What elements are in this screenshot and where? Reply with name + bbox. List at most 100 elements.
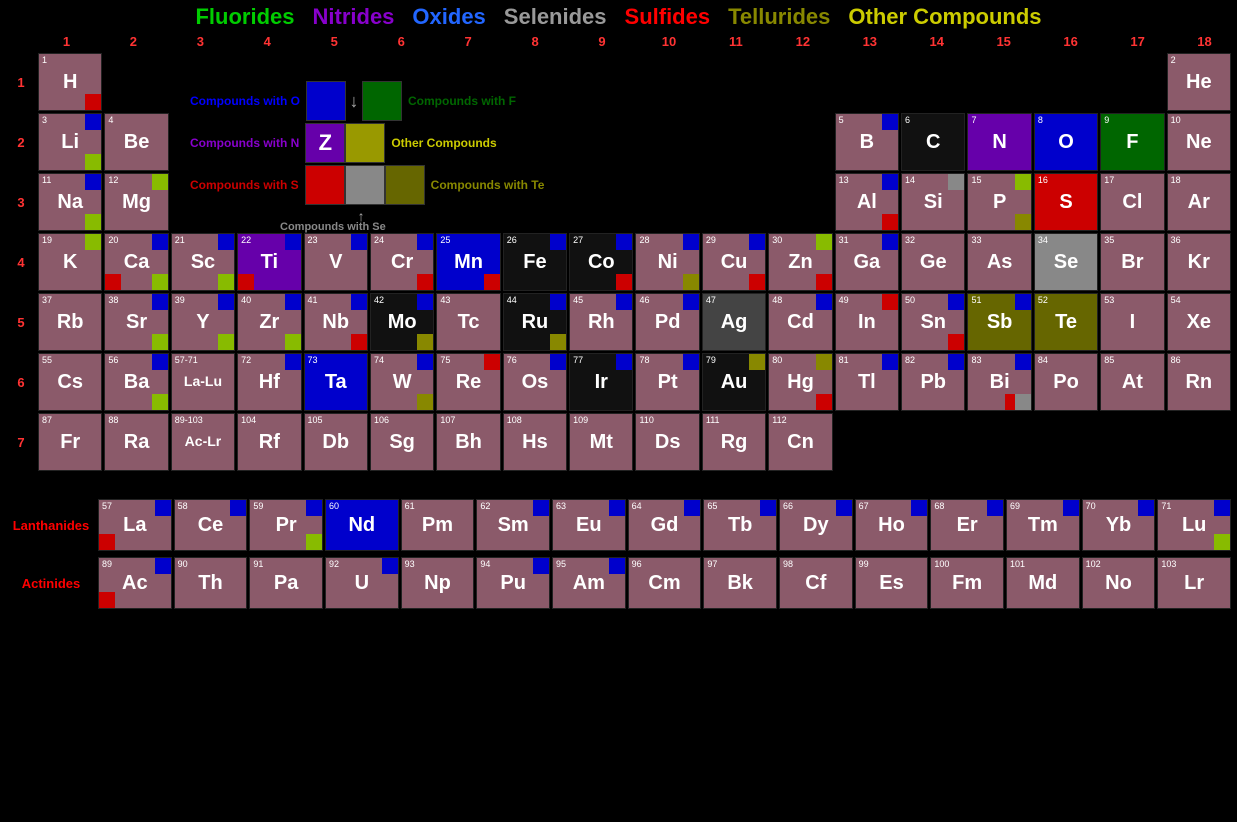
element-Pd[interactable]: 46 Pd bbox=[635, 293, 699, 351]
element-Ds[interactable]: 110 Ds bbox=[635, 413, 699, 471]
element-Cf[interactable]: 98 Cf bbox=[779, 557, 853, 609]
element-Rg[interactable]: 111 Rg bbox=[702, 413, 766, 471]
element-La-Lu[interactable]: 57-71 La-Lu bbox=[171, 353, 235, 411]
element-Ti[interactable]: 22 Ti bbox=[237, 233, 301, 291]
element-Db[interactable]: 105 Db bbox=[304, 413, 368, 471]
element-Pt[interactable]: 78 Pt bbox=[635, 353, 699, 411]
element-Cl[interactable]: 17 Cl bbox=[1100, 173, 1164, 231]
element-Cu[interactable]: 29 Cu bbox=[702, 233, 766, 291]
element-La[interactable]: 57 La bbox=[98, 499, 172, 551]
element-K[interactable]: 19 K bbox=[38, 233, 102, 291]
element-Bi[interactable]: 83 Bi bbox=[967, 353, 1031, 411]
element-I[interactable]: 53 I bbox=[1100, 293, 1164, 351]
element-Fr[interactable]: 87 Fr bbox=[38, 413, 102, 471]
element-Ga[interactable]: 31 Ga bbox=[835, 233, 899, 291]
element-Yb[interactable]: 70 Yb bbox=[1082, 499, 1156, 551]
element-Mn[interactable]: 25 Mn bbox=[436, 233, 500, 291]
element-F[interactable]: 9 F bbox=[1100, 113, 1164, 171]
element-Ca[interactable]: 20 Ca bbox=[104, 233, 168, 291]
element-Tl[interactable]: 81 Tl bbox=[835, 353, 899, 411]
element-Fe[interactable]: 26 Fe bbox=[503, 233, 567, 291]
element-Sb[interactable]: 51 Sb bbox=[967, 293, 1031, 351]
element-Pm[interactable]: 61 Pm bbox=[401, 499, 475, 551]
element-Ir[interactable]: 77 Ir bbox=[569, 353, 633, 411]
element-Au[interactable]: 79 Au bbox=[702, 353, 766, 411]
element-N[interactable]: 7 N bbox=[967, 113, 1031, 171]
element-Pb[interactable]: 82 Pb bbox=[901, 353, 965, 411]
element-Po[interactable]: 84 Po bbox=[1034, 353, 1098, 411]
element-Ar[interactable]: 18 Ar bbox=[1167, 173, 1231, 231]
element-Es[interactable]: 99 Es bbox=[855, 557, 929, 609]
element-Y[interactable]: 39 Y bbox=[171, 293, 235, 351]
element-Mg[interactable]: 12 Mg bbox=[104, 173, 168, 231]
element-Pu[interactable]: 94 Pu bbox=[476, 557, 550, 609]
element-C[interactable]: 6 C bbox=[901, 113, 965, 171]
element-He[interactable]: 2 He bbox=[1167, 53, 1231, 111]
element-Re[interactable]: 75 Re bbox=[436, 353, 500, 411]
element-Co[interactable]: 27 Co bbox=[569, 233, 633, 291]
element-Ag[interactable]: 47 Ag bbox=[702, 293, 766, 351]
element-Ac[interactable]: 89 Ac bbox=[98, 557, 172, 609]
element-Zr[interactable]: 40 Zr bbox=[237, 293, 301, 351]
element-Sm[interactable]: 62 Sm bbox=[476, 499, 550, 551]
element-Am[interactable]: 95 Am bbox=[552, 557, 626, 609]
element-Nb[interactable]: 41 Nb bbox=[304, 293, 368, 351]
element-Rh[interactable]: 45 Rh bbox=[569, 293, 633, 351]
element-Cn[interactable]: 112 Cn bbox=[768, 413, 832, 471]
element-Bk[interactable]: 97 Bk bbox=[703, 557, 777, 609]
element-Dy[interactable]: 66 Dy bbox=[779, 499, 853, 551]
element-W[interactable]: 74 W bbox=[370, 353, 434, 411]
element-Ba[interactable]: 56 Ba bbox=[104, 353, 168, 411]
element-Cr[interactable]: 24 Cr bbox=[370, 233, 434, 291]
element-V[interactable]: 23 V bbox=[304, 233, 368, 291]
element-Pa[interactable]: 91 Pa bbox=[249, 557, 323, 609]
element-Se[interactable]: 34 Se bbox=[1034, 233, 1098, 291]
element-Nd[interactable]: 60 Nd bbox=[325, 499, 399, 551]
element-Na[interactable]: 11 Na bbox=[38, 173, 102, 231]
element-Lr[interactable]: 103 Lr bbox=[1157, 557, 1231, 609]
element-U[interactable]: 92 U bbox=[325, 557, 399, 609]
element-At[interactable]: 85 At bbox=[1100, 353, 1164, 411]
element-Lu[interactable]: 71 Lu bbox=[1157, 499, 1231, 551]
element-Xe[interactable]: 54 Xe bbox=[1167, 293, 1231, 351]
element-S[interactable]: 16 S bbox=[1034, 173, 1098, 231]
element-No[interactable]: 102 No bbox=[1082, 557, 1156, 609]
element-Hf[interactable]: 72 Hf bbox=[237, 353, 301, 411]
element-Ta[interactable]: 73 Ta bbox=[304, 353, 368, 411]
element-O[interactable]: 8 O bbox=[1034, 113, 1098, 171]
element-B[interactable]: 5 B bbox=[835, 113, 899, 171]
element-Li[interactable]: 3 Li bbox=[38, 113, 102, 171]
element-Np[interactable]: 93 Np bbox=[401, 557, 475, 609]
element-Al[interactable]: 13 Al bbox=[835, 173, 899, 231]
element-Mt[interactable]: 109 Mt bbox=[569, 413, 633, 471]
element-Rb[interactable]: 37 Rb bbox=[38, 293, 102, 351]
element-Tm[interactable]: 69 Tm bbox=[1006, 499, 1080, 551]
element-Ce[interactable]: 58 Ce bbox=[174, 499, 248, 551]
element-H[interactable]: 1 H bbox=[38, 53, 102, 111]
element-Th[interactable]: 90 Th bbox=[174, 557, 248, 609]
element-In[interactable]: 49 In bbox=[835, 293, 899, 351]
element-Zn[interactable]: 30 Zn bbox=[768, 233, 832, 291]
element-Ra[interactable]: 88 Ra bbox=[104, 413, 168, 471]
element-Ac-Lr[interactable]: 89-103 Ac-Lr bbox=[171, 413, 235, 471]
element-Sc[interactable]: 21 Sc bbox=[171, 233, 235, 291]
element-Be[interactable]: 4 Be bbox=[104, 113, 168, 171]
element-Pr[interactable]: 59 Pr bbox=[249, 499, 323, 551]
element-Ge[interactable]: 32 Ge bbox=[901, 233, 965, 291]
element-Tb[interactable]: 65 Tb bbox=[703, 499, 777, 551]
element-P[interactable]: 15 P bbox=[967, 173, 1031, 231]
element-Ni[interactable]: 28 Ni bbox=[635, 233, 699, 291]
element-Mo[interactable]: 42 Mo bbox=[370, 293, 434, 351]
element-Sn[interactable]: 50 Sn bbox=[901, 293, 965, 351]
element-Si[interactable]: 14 Si bbox=[901, 173, 965, 231]
element-Os[interactable]: 76 Os bbox=[503, 353, 567, 411]
element-Sr[interactable]: 38 Sr bbox=[104, 293, 168, 351]
element-Ho[interactable]: 67 Ho bbox=[855, 499, 929, 551]
element-Kr[interactable]: 36 Kr bbox=[1167, 233, 1231, 291]
element-Sg[interactable]: 106 Sg bbox=[370, 413, 434, 471]
element-Rf[interactable]: 104 Rf bbox=[237, 413, 301, 471]
element-Br[interactable]: 35 Br bbox=[1100, 233, 1164, 291]
element-Ne[interactable]: 10 Ne bbox=[1167, 113, 1231, 171]
element-Ru[interactable]: 44 Ru bbox=[503, 293, 567, 351]
element-Bh[interactable]: 107 Bh bbox=[436, 413, 500, 471]
